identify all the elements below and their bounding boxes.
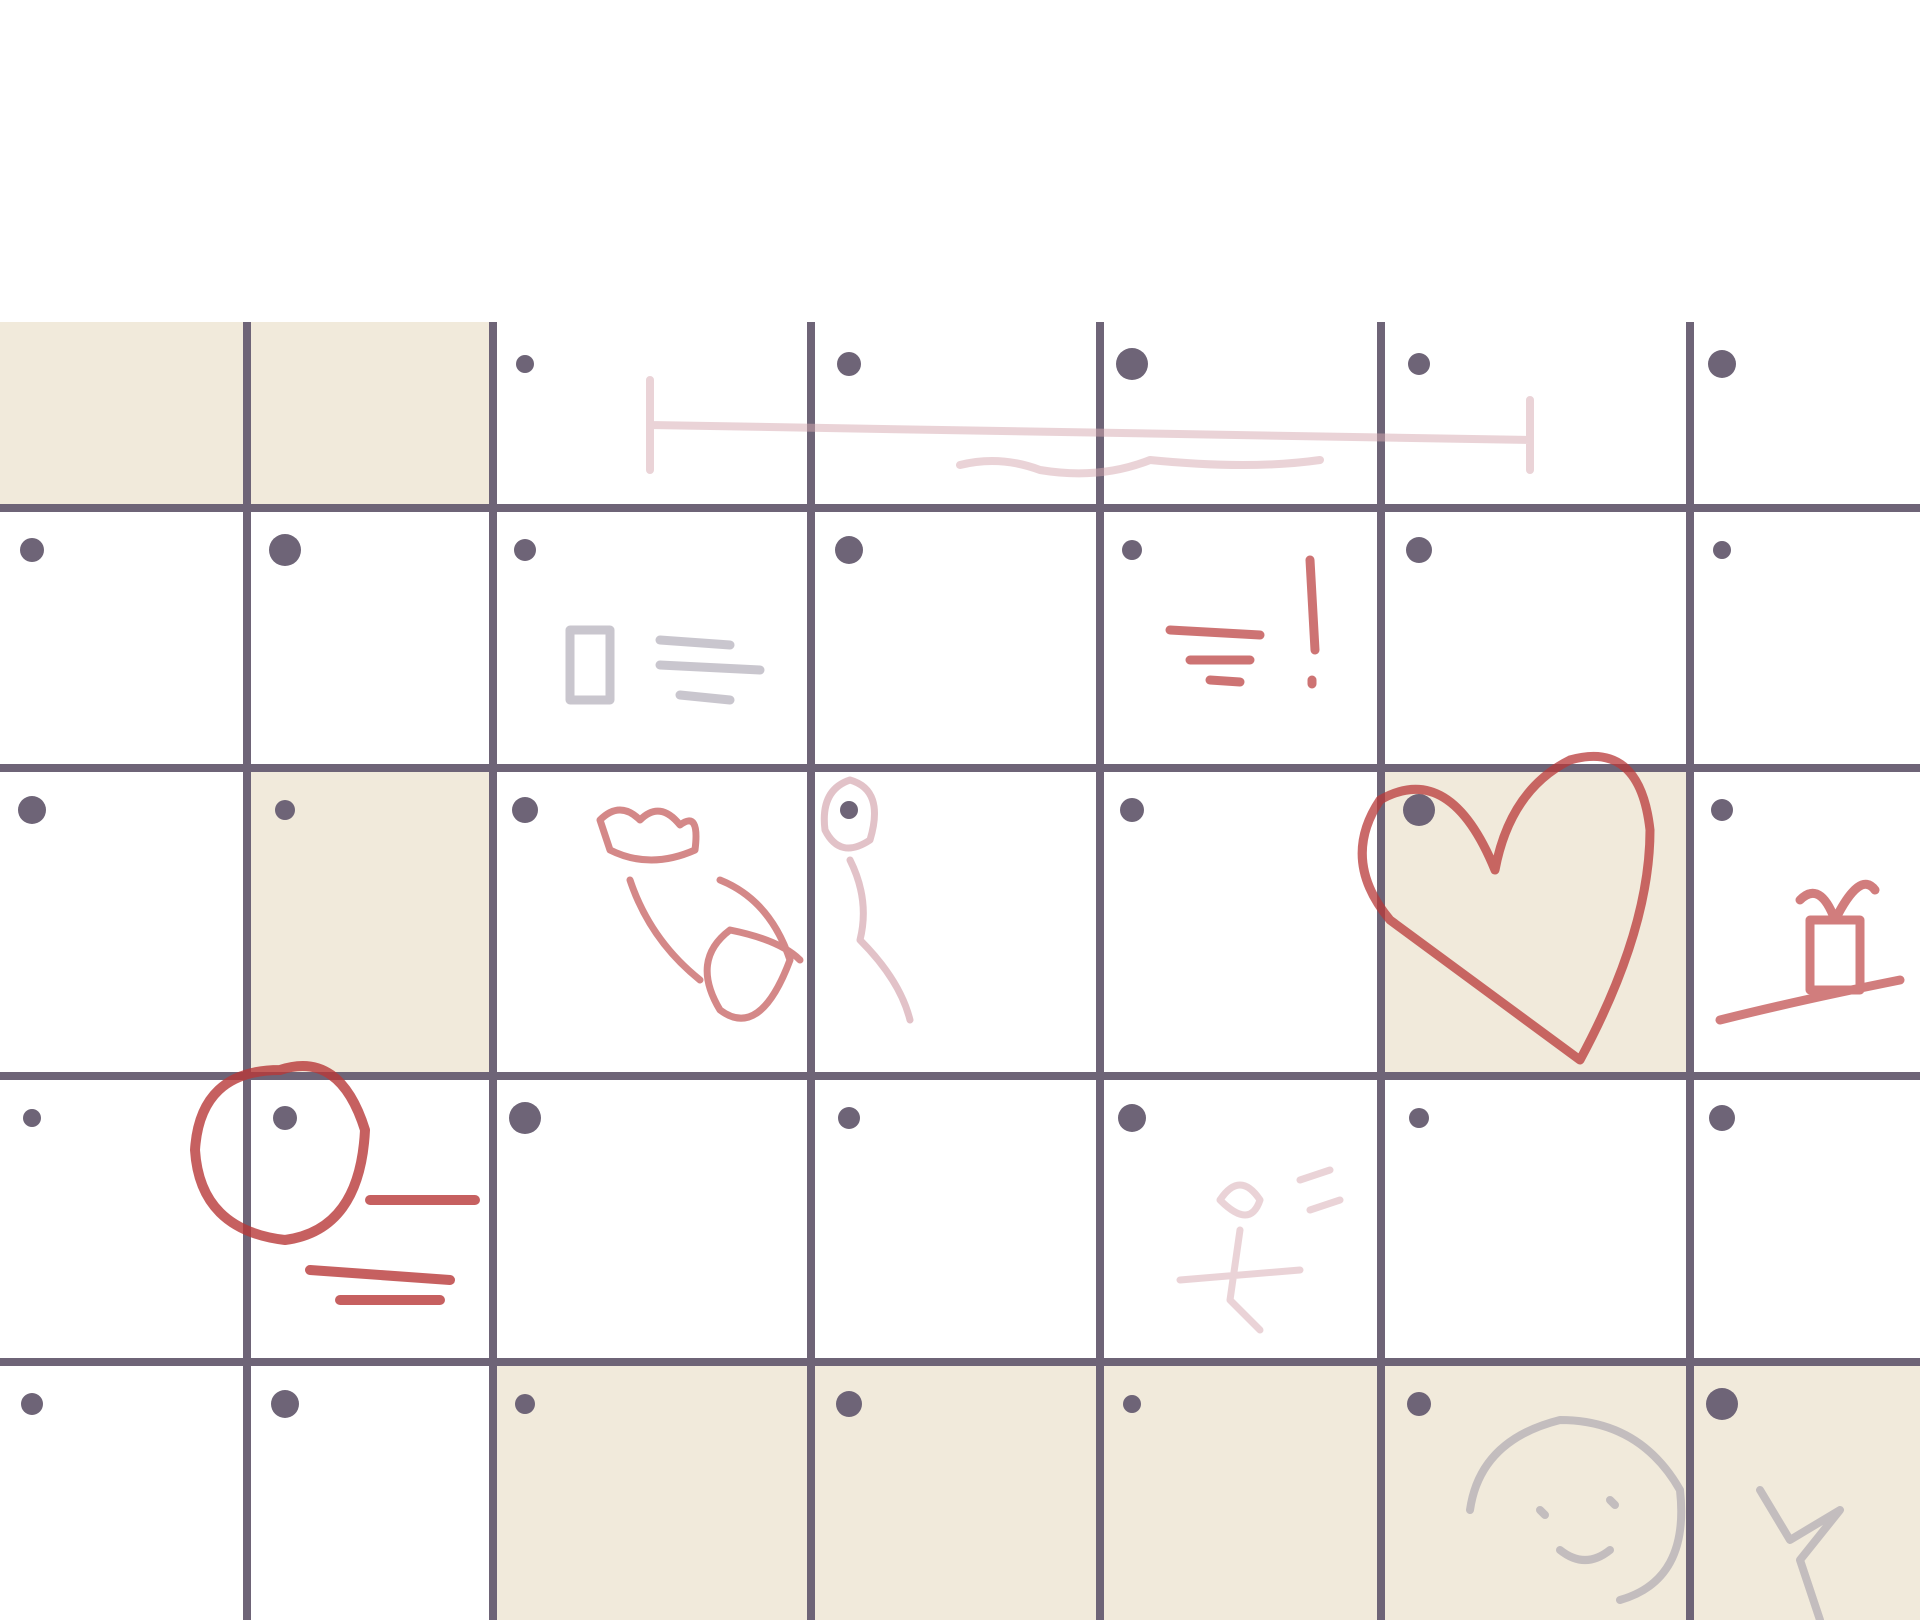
day-marker-dot	[838, 1107, 860, 1129]
day-marker-dot	[512, 797, 538, 823]
day-marker-dot	[1408, 353, 1430, 375]
day-cell	[493, 1362, 811, 1620]
calendar-grid	[0, 0, 1920, 1620]
day-marker-dot	[18, 796, 46, 824]
day-marker-dot	[837, 352, 861, 376]
day-marker-dot	[1706, 1388, 1738, 1420]
day-cell	[493, 508, 811, 768]
day-marker-dot	[1713, 541, 1731, 559]
day-cell	[1690, 322, 1920, 508]
day-marker-dot	[1120, 798, 1144, 822]
day-marker-dot	[1403, 794, 1435, 826]
day-marker-dot	[1709, 1105, 1735, 1131]
day-marker-dot	[840, 801, 858, 819]
day-marker-dot	[20, 538, 44, 562]
day-cell	[247, 322, 493, 508]
day-marker-dot	[1123, 1395, 1141, 1413]
day-marker-dot	[835, 536, 863, 564]
day-cell	[1381, 322, 1690, 508]
day-marker-dot	[275, 800, 295, 820]
day-marker-dot	[1708, 350, 1736, 378]
day-marker-dot	[1116, 348, 1148, 380]
day-cell	[0, 322, 247, 508]
day-cell	[811, 322, 1100, 508]
day-cell	[1100, 322, 1381, 508]
day-marker-dot	[273, 1106, 297, 1130]
day-marker-dot	[271, 1390, 299, 1418]
day-marker-dot	[1118, 1104, 1146, 1132]
monthly-calendar	[0, 0, 1920, 1620]
day-marker-dot	[516, 355, 534, 373]
calendar-grid-canvas	[0, 0, 1920, 1620]
day-marker-dot	[23, 1109, 41, 1127]
day-marker-dot	[514, 539, 536, 561]
day-cell	[1100, 1362, 1381, 1620]
day-marker-dot	[515, 1394, 535, 1414]
day-marker-dot	[269, 534, 301, 566]
day-marker-dot	[1409, 1108, 1429, 1128]
day-marker-dot	[1122, 540, 1142, 560]
day-marker-dot	[1407, 1392, 1431, 1416]
day-marker-dot	[1406, 537, 1432, 563]
day-marker-dot	[21, 1393, 43, 1415]
day-marker-dot	[836, 1391, 862, 1417]
day-marker-dot	[1711, 799, 1733, 821]
day-marker-dot	[509, 1102, 541, 1134]
